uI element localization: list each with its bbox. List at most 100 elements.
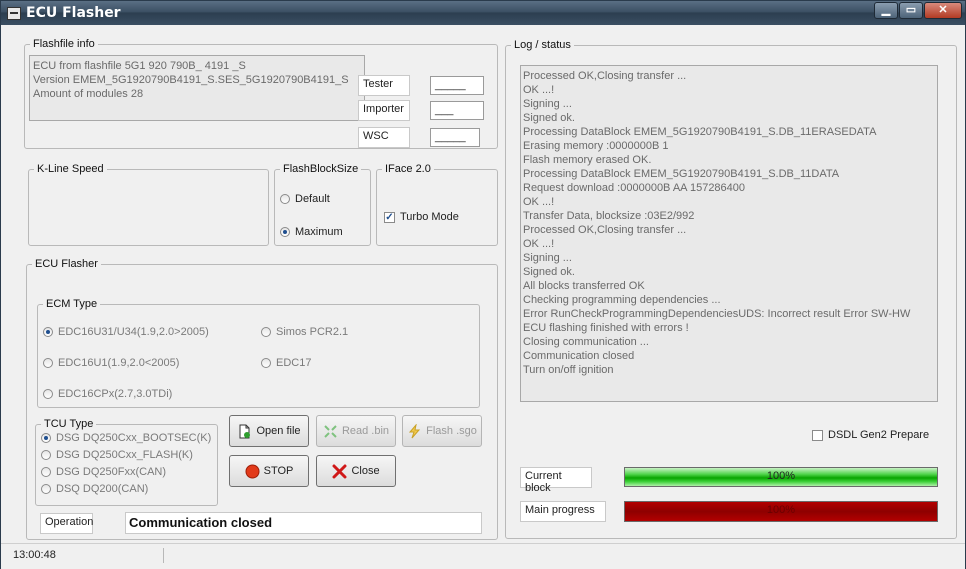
radio-indicator [41, 467, 51, 477]
ecm-edc16cpx-label: EDC16CPx(2.7,3.0TDi) [58, 388, 173, 400]
log-line: Processing DataBlock EMEM_5G1920790B4191… [523, 126, 877, 138]
window-menu-icon[interactable] [7, 7, 21, 20]
flash-block-size-group: FlashBlockSize Default Maximum [274, 163, 371, 246]
ecu-flasher-group: ECU Flasher ECM Type EDC16U31/U34(1.9,2.… [26, 258, 498, 540]
open-file-label: Open file [256, 425, 301, 437]
close-x-icon [332, 464, 347, 479]
current-block-progress: 100% [624, 467, 938, 487]
block-size-maximum-label: Maximum [295, 226, 343, 238]
read-arrows-icon [323, 424, 338, 439]
tester-label: Tester [358, 75, 410, 96]
log-line: Processed OK,Closing transfer ... [523, 70, 687, 82]
log-line: Erasing memory :0000000B 1 [523, 140, 669, 152]
tcu-flash-label: DSG DQ250Cxx_FLASH(K) [56, 449, 193, 461]
radio-indicator [43, 327, 53, 337]
read-bin-label: Read .bin [341, 425, 390, 437]
title-bar[interactable]: ECU Flasher ▁ ▭ ✕ [1, 1, 965, 25]
flashfile-version-line: Version EMEM_5G1920790B4191_S.SES_5G1920… [33, 74, 349, 86]
minimize-button[interactable]: ▁ [874, 2, 898, 19]
dsdl-gen2-checkbox[interactable]: DSDL Gen2 Prepare [812, 429, 929, 441]
block-size-maximum-radio[interactable]: Maximum [280, 226, 343, 238]
status-bar: 13:00:48 [1, 543, 965, 569]
log-line: OK ...! [523, 84, 555, 96]
check-icon: ✓ [384, 211, 395, 223]
tcu-bootsec-radio[interactable]: DSG DQ250Cxx_BOOTSEC(K) [41, 432, 211, 444]
ecm-edc16u31-label: EDC16U31/U34(1.9,2.0>2005) [58, 326, 209, 338]
log-line: Communication closed [523, 350, 635, 362]
radio-indicator [41, 484, 51, 494]
flashfile-modules-line: Amount of modules 28 [33, 88, 144, 100]
log-line: Signing ... [523, 252, 572, 264]
close-window-button[interactable]: ✕ [924, 2, 962, 19]
flash-sgo-label: Flash .sgo [426, 425, 477, 437]
wsc-field[interactable]: _____ [430, 128, 480, 147]
log-list[interactable]: Processed OK,Closing transfer ... OK ...… [520, 65, 938, 402]
ecm-simos-radio[interactable]: Simos PCR2.1 [261, 326, 348, 338]
log-line: Flash memory erased OK. [523, 154, 652, 166]
flashfile-ecu-line: ECU from flashfile 5G1 920 790B_ 4191 _S [33, 60, 246, 72]
tcu-type-group: TCU Type DSG DQ250Cxx_BOOTSEC(K) DSG DQ2… [35, 418, 218, 506]
log-line: Transfer Data, blocksize :03E2/992 [523, 210, 695, 222]
ecm-type-group: ECM Type EDC16U31/U34(1.9,2.0>2005) Simo… [37, 298, 480, 408]
flashfile-info-group: Flashfile info ECU from flashfile 5G1 92… [24, 38, 498, 149]
ecm-edc16u1-label: EDC16U1(1.9,2.0<2005) [58, 357, 180, 369]
tcu-dq200-radio[interactable]: DSQ DQ200(CAN) [41, 483, 148, 495]
ecm-simos-label: Simos PCR2.1 [276, 326, 349, 338]
lightning-icon [407, 422, 422, 439]
log-line: ECU flashing finished with errors ! [523, 322, 689, 334]
ecm-edc17-label: EDC17 [276, 357, 312, 369]
checkbox-box [812, 429, 823, 441]
stop-label: STOP [263, 465, 294, 477]
iface-legend: IFace 2.0 [385, 163, 431, 175]
tcu-dq250fxx-label: DSG DQ250Fxx(CAN) [56, 466, 167, 478]
log-line: Closing communication ... [523, 336, 649, 348]
ecm-edc17-radio[interactable]: EDC17 [261, 357, 311, 369]
log-line: Checking programming dependencies ... [523, 294, 721, 306]
open-file-button[interactable]: Open file [229, 415, 309, 447]
log-line: Signed ok. [523, 266, 575, 278]
log-line: All blocks transferred OK [523, 280, 645, 292]
block-size-default-radio[interactable]: Default [280, 193, 330, 205]
radio-indicator [43, 358, 53, 368]
radio-indicator [41, 433, 51, 443]
read-bin-button[interactable]: Read .bin [316, 415, 396, 447]
operation-label: Operation [40, 513, 93, 534]
app-window: ECU Flasher ▁ ▭ ✕ Flashfile info ECU fro… [0, 0, 966, 569]
log-line: Processed OK,Closing transfer ... [523, 224, 687, 236]
log-line: Error RunCheckProgrammingDependenciesUDS… [523, 308, 911, 320]
maximize-button[interactable]: ▭ [899, 2, 923, 19]
current-block-label: Current block [520, 467, 592, 494]
ecm-edc16u1-radio[interactable]: EDC16U1(1.9,2.0<2005) [43, 357, 179, 369]
kline-speed-group: K-Line Speed [28, 163, 269, 246]
turbo-mode-label: Turbo Mode [400, 211, 459, 223]
tester-field[interactable]: _____ [430, 76, 484, 95]
log-line: OK ...! [523, 238, 555, 250]
kline-speed-legend: K-Line Speed [37, 163, 104, 175]
log-line: Request download :0000000B AA 157286400 [523, 182, 746, 194]
file-icon [237, 424, 252, 439]
ecm-edc16u31-radio[interactable]: EDC16U31/U34(1.9,2.0>2005) [43, 326, 209, 338]
log-line: Signing ... [523, 98, 572, 110]
log-status-group: Log / status Processed OK,Closing transf… [505, 39, 957, 539]
log-line: Processing DataBlock EMEM_5G1920790B4191… [523, 168, 840, 180]
stop-button[interactable]: STOP [229, 455, 309, 487]
importer-field[interactable]: ___ [430, 101, 484, 120]
ecm-edc16cpx-radio[interactable]: EDC16CPx(2.7,3.0TDi) [43, 388, 172, 400]
close-label: Close [351, 465, 380, 477]
flash-sgo-button[interactable]: Flash .sgo [402, 415, 482, 447]
log-status-legend: Log / status [514, 39, 571, 51]
radio-indicator [261, 327, 271, 337]
ecm-type-legend: ECM Type [46, 298, 98, 310]
importer-label: Importer [358, 100, 410, 121]
tcu-flash-radio[interactable]: DSG DQ250Cxx_FLASH(K) [41, 449, 193, 461]
flash-block-size-legend: FlashBlockSize [283, 163, 359, 175]
log-line: Turn on/off ignition [523, 364, 614, 376]
radio-indicator [280, 227, 290, 237]
close-button[interactable]: Close [316, 455, 396, 487]
main-progress-label: Main progress [520, 501, 606, 522]
turbo-mode-checkbox[interactable]: ✓ Turbo Mode [384, 211, 459, 223]
tcu-dq250fxx-radio[interactable]: DSG DQ250Fxx(CAN) [41, 466, 166, 478]
block-size-default-label: Default [295, 193, 330, 205]
stop-icon [245, 464, 260, 479]
radio-indicator [280, 194, 290, 204]
